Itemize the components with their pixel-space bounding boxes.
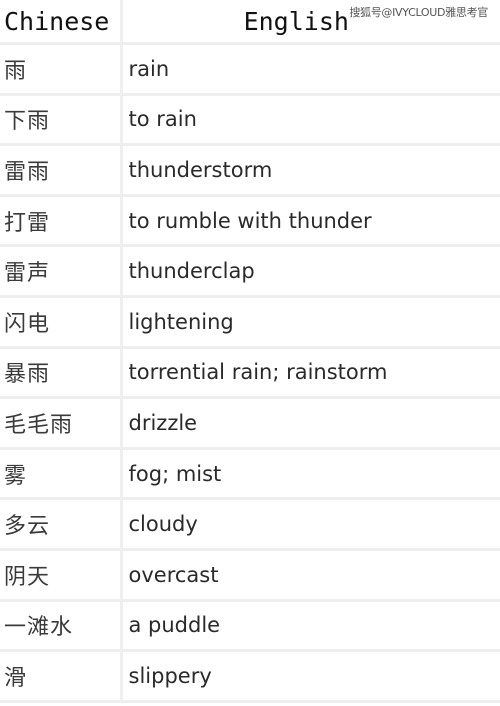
english-cell: to rain bbox=[121, 94, 500, 147]
header-chinese: Chinese bbox=[0, 0, 123, 45]
chinese-cell: 阴天 bbox=[0, 549, 123, 602]
chinese-cell: 雾 bbox=[0, 448, 123, 501]
table-row: 闪电 lightening bbox=[0, 296, 500, 349]
english-cell: cloudy bbox=[121, 498, 500, 551]
english-cell: rain bbox=[121, 43, 500, 96]
table-row: 下雨 to rain bbox=[0, 94, 500, 147]
chinese-cell: 一滩水 bbox=[0, 600, 123, 653]
chinese-cell: 下雨 bbox=[0, 94, 123, 147]
english-cell: thunderclap bbox=[121, 245, 500, 298]
chinese-cell: 雨 bbox=[0, 43, 123, 96]
chinese-cell: 暴雨 bbox=[0, 347, 123, 400]
chinese-cell: 闪电 bbox=[0, 296, 123, 349]
table-row: 阴天 overcast bbox=[0, 549, 500, 602]
chinese-cell: 雷声 bbox=[0, 245, 123, 298]
chinese-cell: 毛毛雨 bbox=[0, 397, 123, 450]
english-cell: to rumble with thunder bbox=[121, 195, 500, 248]
table-row: 打雷 to rumble with thunder bbox=[0, 195, 500, 248]
english-cell: overcast bbox=[121, 549, 500, 602]
english-cell: slippery bbox=[121, 650, 500, 703]
chinese-cell: 雷雨 bbox=[0, 144, 123, 197]
table-row: 滑 slippery bbox=[0, 650, 500, 703]
chinese-cell: 多云 bbox=[0, 498, 123, 551]
table-row: 一滩水 a puddle bbox=[0, 600, 500, 653]
english-cell: a puddle bbox=[121, 600, 500, 653]
table-row: 毛毛雨 drizzle bbox=[0, 397, 500, 450]
chinese-cell: 打雷 bbox=[0, 195, 123, 248]
table-row: 多云 cloudy bbox=[0, 498, 500, 551]
table-row: 暴雨 torrential rain; rainstorm bbox=[0, 347, 500, 400]
chinese-cell: 滑 bbox=[0, 650, 123, 703]
english-cell: torrential rain; rainstorm bbox=[121, 347, 500, 400]
table-row: 雷声 thunderclap bbox=[0, 245, 500, 298]
english-cell: lightening bbox=[121, 296, 500, 349]
english-cell: drizzle bbox=[121, 397, 500, 450]
table-row: 雷雨 thunderstorm bbox=[0, 144, 500, 197]
vocabulary-table: Chinese English 雨 rain 下雨 to rain 雷雨 thunde… bbox=[0, 0, 500, 703]
english-cell: fog; mist bbox=[121, 448, 500, 501]
table-row: 雨 rain bbox=[0, 43, 500, 96]
table-row: 雾 fog; mist bbox=[0, 448, 500, 501]
table-body: 雨 rain 下雨 to rain 雷雨 thunderstorm 打雷 to rumb… bbox=[0, 43, 500, 703]
watermark: 搜狐号@IVYCLOUD雅思考官 bbox=[349, 6, 488, 19]
english-cell: thunderstorm bbox=[121, 144, 500, 197]
